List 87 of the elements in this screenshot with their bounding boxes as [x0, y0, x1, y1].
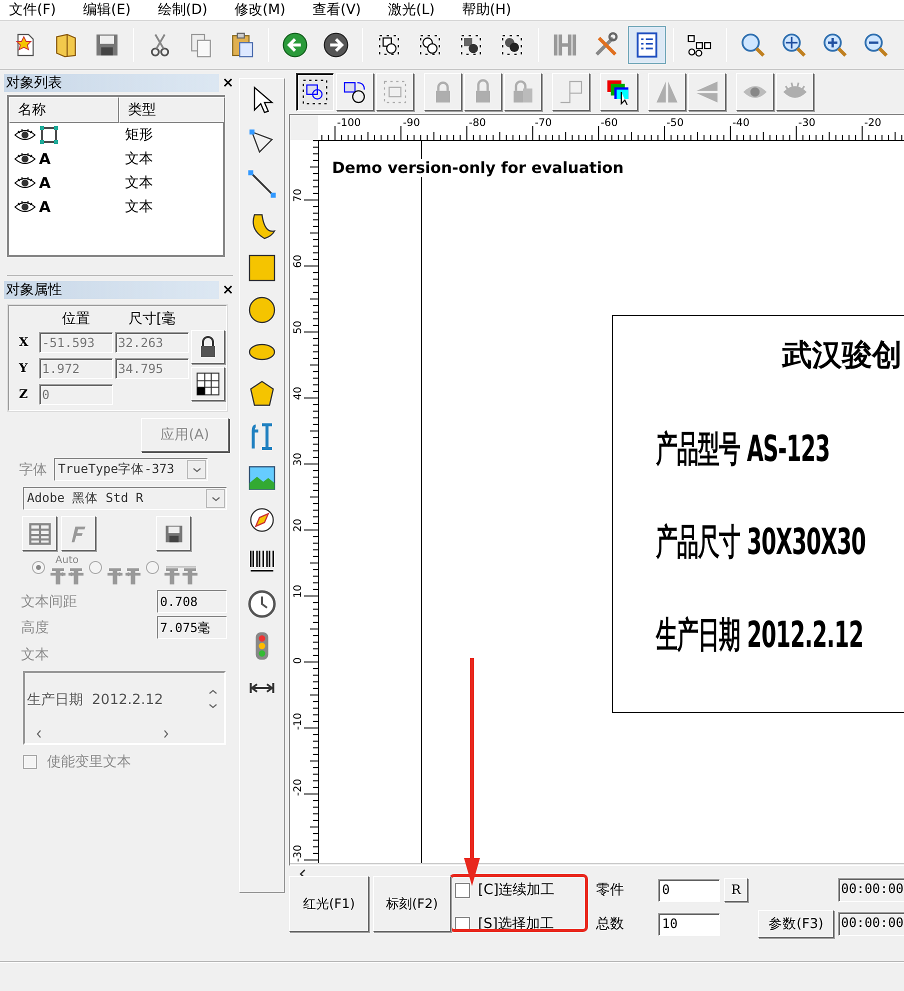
panel-title: 对象属性	[4, 280, 219, 298]
object-type: 矩形	[124, 126, 154, 144]
eye-icon[interactable]	[14, 200, 36, 214]
clock-icon	[247, 589, 277, 619]
canvas-text: 产品型号 AS-123	[656, 428, 830, 472]
canvas-text: 生产日期 2012.2.12	[656, 614, 864, 658]
zoom-icon	[739, 31, 767, 59]
time-field: 00:00:00	[838, 912, 904, 936]
text-object-glyph: A	[39, 151, 51, 167]
eye-icon[interactable]	[14, 152, 36, 166]
forward-icon	[322, 31, 350, 59]
menu-item[interactable]: 绘制(D)	[158, 1, 208, 19]
eye-icon[interactable]	[14, 128, 36, 142]
object-type: 文本	[124, 198, 154, 216]
back-icon	[281, 31, 309, 59]
total-field[interactable]: 10	[658, 912, 720, 936]
menu-item[interactable]: 文件(F)	[9, 1, 56, 19]
size-field[interactable]: 34.795	[115, 358, 189, 378]
text-layout-button[interactable]	[22, 516, 57, 551]
parts-field[interactable]: 0	[658, 878, 720, 902]
column-header: 尺寸[毫	[127, 310, 177, 328]
polygon-icon	[247, 379, 277, 409]
save-font-button[interactable]	[156, 516, 191, 551]
zoom-out-icon	[862, 31, 890, 59]
compass-icon	[247, 505, 277, 535]
font-style-button[interactable]	[61, 516, 96, 551]
axis-label: Y	[19, 361, 29, 375]
menu-item[interactable]: 编辑(E)	[82, 1, 131, 19]
ungroup-button[interactable]	[336, 73, 374, 111]
position-field[interactable]: -51.593	[39, 332, 113, 352]
grid-icon	[195, 371, 221, 397]
canvas-text: 产品尺寸 30X30X30	[656, 521, 866, 565]
square-icon	[247, 253, 277, 283]
checkbox-label: 使能变里文本	[47, 753, 131, 771]
object-type: 文本	[124, 150, 154, 168]
horizontal-ruler: -100 -90 -80 -70 -60 -50 -40 -30 -20	[318, 115, 904, 140]
laser-pointer-button[interactable]: 红光(F1)	[289, 876, 369, 932]
rectangle-icon	[39, 125, 59, 145]
text-object-glyph: A	[39, 175, 51, 191]
menu-item[interactable]: 激光(L)	[388, 1, 435, 19]
anchor-grid-button[interactable]	[191, 367, 225, 401]
zoom-in-icon	[821, 31, 849, 59]
close-button[interactable]: ×	[219, 74, 237, 90]
object-type: 文本	[124, 174, 154, 192]
reset-button[interactable]: R	[724, 878, 748, 902]
position-field[interactable]: 0	[39, 384, 113, 404]
checkbox[interactable]	[455, 882, 470, 898]
group-icon	[301, 78, 329, 106]
list-button[interactable]	[628, 26, 666, 64]
field-label: 文本	[21, 646, 49, 664]
parameters-button[interactable]: 参数(F3)	[758, 910, 834, 938]
field-label: 高度	[21, 618, 49, 636]
mark-button[interactable]: 标刻(F2)	[373, 876, 451, 932]
eye-icon[interactable]	[14, 176, 36, 190]
field-label: 总数	[596, 915, 625, 933]
axis-label: Z	[19, 387, 29, 401]
size-field[interactable]: 32.263	[115, 332, 189, 352]
field-label: 零件	[596, 881, 625, 899]
circle-icon	[247, 295, 277, 325]
color-layers-button[interactable]	[600, 73, 638, 111]
panel-title: 对象列表	[4, 74, 219, 92]
time-field: 00:00:00	[838, 878, 904, 902]
axis-label: X	[19, 335, 30, 349]
font-label: 字体	[19, 460, 47, 478]
column-header[interactable]: 名称	[9, 97, 119, 123]
zoom-pan-icon	[780, 31, 808, 59]
lock-button[interactable]	[191, 330, 225, 364]
group-button[interactable]	[296, 73, 334, 111]
position-field[interactable]: 1.972	[39, 358, 113, 378]
dotted-box-icon	[381, 78, 409, 106]
text-layout-icon	[26, 520, 52, 546]
menu-item[interactable]: 修改(M)	[234, 1, 286, 19]
menu-item[interactable]: 查看(V)	[312, 1, 362, 19]
menu-item[interactable]: 帮助(H)	[462, 1, 512, 19]
canvas-heading-text: 武汉骏创	[782, 337, 902, 375]
mode-label: Auto	[55, 555, 79, 566]
close-button[interactable]: ×	[219, 282, 237, 298]
vertical-ruler: 70 60 50 40 30 20 10 0 -10 -20 -30	[290, 140, 318, 863]
column-header: 位置	[61, 310, 91, 328]
checkbox-label: [C]连续加工	[478, 881, 555, 899]
line-icon	[247, 169, 277, 199]
demo-notice: Demo version-only for evaluation	[332, 159, 624, 177]
design-canvas[interactable]: Demo version-only for evaluation 武汉骏创 产品型号 AS-123 产品尺寸 30X30X30 生产日期 2012.2.12	[318, 140, 904, 863]
field-label: 文本间距	[21, 592, 77, 610]
text-object-glyph: A	[39, 199, 51, 215]
column-header[interactable]: 类型	[119, 97, 225, 123]
image-icon	[247, 463, 277, 493]
